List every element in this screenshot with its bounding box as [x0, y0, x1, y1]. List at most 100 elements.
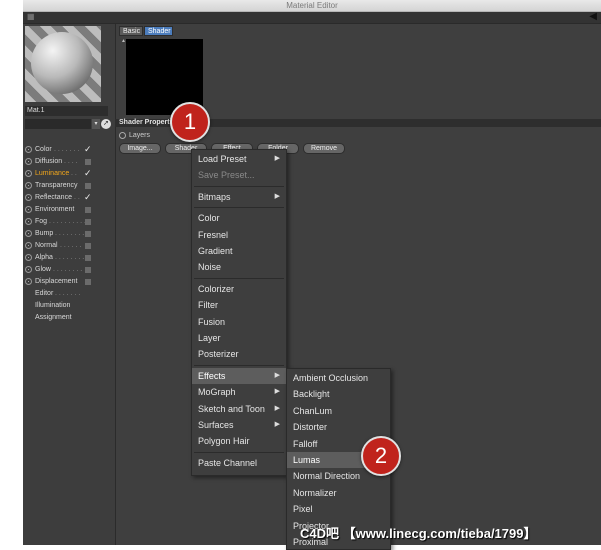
menu-item-label: Surfaces: [198, 420, 234, 430]
channel-label: Normal: [35, 242, 58, 249]
menu-item-layer[interactable]: Layer: [192, 330, 286, 346]
channel-dots: . . . .: [64, 158, 78, 165]
step-badge-1: 1: [170, 102, 210, 142]
menu-item-paste-channel[interactable]: Paste Channel: [192, 455, 286, 471]
menu-item-bitmaps[interactable]: Bitmaps ▶: [192, 189, 286, 205]
menu-item-posterizer[interactable]: Posterizer: [192, 346, 286, 362]
image-button[interactable]: Image...: [119, 143, 161, 154]
channel-radio[interactable]: [25, 266, 32, 273]
menu-item-label: Layer: [198, 333, 221, 343]
channel-item-environment[interactable]: Environment: [23, 204, 115, 216]
channel-radio[interactable]: [25, 158, 32, 165]
channel-checkbox[interactable]: [85, 243, 91, 249]
channel-item-reflectance[interactable]: Reflectance. . ✓: [23, 192, 115, 204]
panel-item-assignment[interactable]: Assignment: [23, 312, 115, 324]
channel-item-color[interactable]: Color. . . . . . . ✓: [23, 144, 115, 156]
channel-checkbox-checked[interactable]: ✓: [84, 143, 92, 155]
channel-item-luminance[interactable]: Luminance. . ✓: [23, 168, 115, 180]
channel-checkbox[interactable]: [85, 231, 91, 237]
panel-item-editor[interactable]: Editor. . . . . . .: [23, 288, 115, 300]
channel-checkbox-checked[interactable]: ✓: [84, 167, 92, 179]
channel-label: Transparency: [35, 182, 78, 189]
panel-item-label: Assignment: [35, 314, 72, 321]
menu-item-gradient[interactable]: Gradient: [192, 243, 286, 259]
channel-radio[interactable]: [25, 206, 32, 213]
channel-item-glow[interactable]: Glow. . . . . . . .: [23, 264, 115, 276]
channel-radio[interactable]: [25, 146, 32, 153]
channel-dots: . . . . . . . .: [53, 266, 83, 273]
channel-item-bump[interactable]: Bump. . . . . . . .: [23, 228, 115, 240]
channel-label: Environment: [35, 206, 75, 213]
menu-item-polygon-hair[interactable]: Polygon Hair: [192, 433, 286, 449]
channel-item-transparency[interactable]: Transparency: [23, 180, 115, 192]
channel-checkbox[interactable]: [85, 279, 91, 285]
channel-item-diffusion[interactable]: Diffusion. . . .: [23, 156, 115, 168]
channel-dots: . . . . . . . .: [55, 254, 85, 261]
channel-checkbox[interactable]: [85, 219, 91, 225]
tab-shader[interactable]: Shader: [144, 26, 173, 36]
menu-item-normalizer[interactable]: Normalizer: [287, 485, 390, 501]
menu-item-colorizer[interactable]: Colorizer: [192, 281, 286, 297]
channel-radio[interactable]: [25, 182, 32, 189]
channel-item-fog[interactable]: Fog. . . . . . . . . .: [23, 216, 115, 228]
menu-item-distorter[interactable]: Distorter: [287, 419, 390, 435]
menu-item-fresnel[interactable]: Fresnel: [192, 227, 286, 243]
menu-item-label: MoGraph: [198, 387, 236, 398]
channel-radio[interactable]: [25, 230, 32, 237]
menu-item-sketch-and-toon[interactable]: Sketch and Toon ▶: [192, 401, 286, 417]
channel-radio[interactable]: [25, 242, 32, 249]
channel-checkbox[interactable]: [85, 255, 91, 261]
menu-item-fusion[interactable]: Fusion: [192, 314, 286, 330]
panel-item-label: Editor: [35, 290, 54, 297]
menu-item-color[interactable]: Color: [192, 210, 286, 226]
tab-basic[interactable]: Basic: [119, 26, 143, 36]
layers-radio[interactable]: [119, 131, 126, 139]
channel-label: Displacement: [35, 278, 78, 285]
menu-item-chanlum[interactable]: ChanLum: [287, 403, 390, 419]
menu-item-label: Fusion: [198, 316, 226, 327]
menu-item-load-preset[interactable]: Load Preset ▶: [192, 151, 286, 167]
menu-item-backlight[interactable]: Backlight: [287, 386, 390, 402]
channel-checkbox[interactable]: [85, 159, 91, 165]
menu-item-pixel[interactable]: Pixel: [287, 501, 390, 517]
menu-item-label: Sketch and Toon: [198, 403, 265, 414]
channel-radio[interactable]: [25, 218, 32, 225]
menu-item-surfaces[interactable]: Surfaces ▶: [192, 417, 286, 433]
cursor-icon[interactable]: ➚: [101, 119, 111, 129]
menu-item-label: Filter: [198, 300, 218, 311]
channel-radio[interactable]: [25, 194, 32, 201]
remove-button[interactable]: Remove: [303, 143, 345, 154]
channel-radio[interactable]: [25, 254, 32, 261]
channel-item-displacement[interactable]: Displacement: [23, 276, 115, 288]
channel-item-normal[interactable]: Normal. . . . . .: [23, 240, 115, 252]
menu-item-filter[interactable]: Filter: [192, 297, 286, 313]
menu-item-mograph[interactable]: MoGraph ▶: [192, 384, 286, 400]
material-name-field[interactable]: Mat.1: [25, 106, 108, 116]
panel-item-illumination[interactable]: Illumination: [23, 300, 115, 312]
search-dropdown-button[interactable]: ▾: [92, 119, 100, 129]
channel-label: Alpha: [35, 254, 53, 261]
menu-item-ambient-occlusion[interactable]: Ambient Occlusion: [287, 370, 390, 386]
menu-item-label: Posterizer: [198, 349, 239, 360]
submenu-arrow-icon: ▶: [274, 388, 280, 396]
channel-checkbox[interactable]: [85, 183, 91, 189]
menu-item-label: ChanLum: [293, 405, 333, 416]
menu-item-save-preset[interactable]: Save Preset...: [192, 167, 286, 183]
menu-item-label: Falloff: [293, 438, 318, 449]
channel-checkbox[interactable]: [85, 267, 91, 273]
layers-option[interactable]: Layers: [119, 131, 150, 141]
channel-radio[interactable]: [25, 278, 32, 285]
channel-list: Color. . . . . . . ✓ Diffusion. . . . Lumin…: [23, 144, 115, 324]
channel-radio[interactable]: [25, 170, 32, 177]
menu-item-label: Noise: [198, 262, 222, 273]
triangle-left-icon[interactable]: ◀: [589, 12, 597, 22]
channel-search-field[interactable]: [25, 119, 91, 129]
material-preview[interactable]: [25, 26, 101, 102]
channel-checkbox[interactable]: [85, 207, 91, 213]
menu-item-effects[interactable]: Effects ▶: [192, 367, 286, 384]
channel-item-alpha[interactable]: Alpha. . . . . . . .: [23, 252, 115, 264]
menu-item-label: Backlight: [293, 389, 330, 400]
channel-checkbox-checked[interactable]: ✓: [84, 191, 92, 203]
grid-icon[interactable]: ▦: [27, 13, 35, 21]
menu-item-noise[interactable]: Noise: [192, 259, 286, 275]
